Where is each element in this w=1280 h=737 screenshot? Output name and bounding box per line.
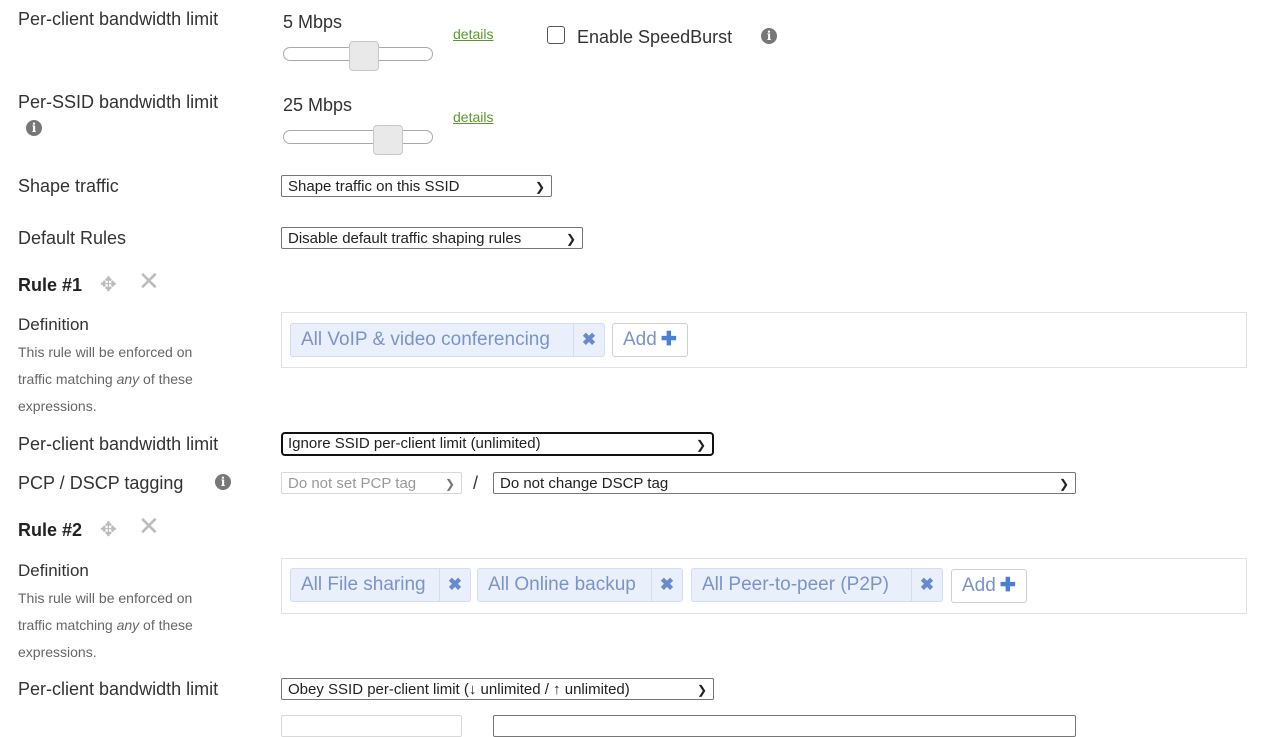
slider-thumb[interactable] bbox=[373, 125, 403, 155]
per-ssid-limit-label: Per-SSID bandwidth limit bbox=[18, 92, 219, 112]
help-line: traffic matching any of these bbox=[18, 612, 193, 639]
select-value: Shape traffic on this SSID bbox=[288, 178, 460, 195]
shape-traffic-label: Shape traffic bbox=[18, 176, 119, 196]
add-label: Add bbox=[962, 575, 996, 596]
select-value: Disable default traffic shaping rules bbox=[288, 230, 522, 247]
rule-1-tagging-label: PCP / DSCP tagging bbox=[18, 473, 184, 493]
dscp-tag-select[interactable]: Do not change DSCP tag ❯ bbox=[493, 472, 1076, 494]
chevron-down-icon: ❯ bbox=[565, 232, 576, 246]
help-text: of these bbox=[139, 371, 193, 387]
help-text: of these bbox=[139, 617, 193, 633]
chevron-down-icon: ❯ bbox=[695, 438, 706, 452]
select-value: Ignore SSID per-client limit (unlimited) bbox=[288, 435, 541, 452]
select-value: Do not set PCP tag bbox=[288, 475, 417, 492]
help-line: expressions. bbox=[18, 398, 97, 414]
close-icon[interactable]: ✕ bbox=[138, 267, 160, 297]
chevron-down-icon: ❯ bbox=[1058, 477, 1069, 491]
tag-label: All Online backup bbox=[488, 574, 636, 595]
chevron-down-icon: ❯ bbox=[534, 180, 545, 194]
speedburst-label: Enable SpeedBurst bbox=[577, 27, 733, 47]
select-value: Do not change DSCP tag bbox=[500, 475, 669, 492]
expression-tag: All Online backup ✖ bbox=[477, 568, 683, 602]
add-expression-button[interactable]: Add ✚ bbox=[951, 569, 1027, 603]
tag-separator: / bbox=[473, 473, 479, 493]
per-client-limit-value: 5 Mbps bbox=[283, 12, 343, 32]
rule-1-definition-label: Definition bbox=[18, 315, 89, 334]
add-label: Add bbox=[623, 329, 657, 350]
expression-tag: All File sharing ✖ bbox=[290, 568, 471, 602]
plus-icon: ✚ bbox=[660, 329, 677, 350]
rule-1-definition-help: This rule will be enforced on traffic ma… bbox=[18, 339, 193, 420]
plus-icon: ✚ bbox=[999, 575, 1016, 596]
rule-1-per-client-select[interactable]: Ignore SSID per-client limit (unlimited)… bbox=[281, 432, 714, 456]
tag-label: All VoIP & video conferencing bbox=[301, 329, 550, 350]
per-client-limit-label: Per-client bandwidth limit bbox=[18, 9, 219, 29]
expression-tag: All Peer-to-peer (P2P) ✖ bbox=[691, 568, 943, 602]
help-text: traffic matching bbox=[18, 371, 117, 387]
expression-tag: All VoIP & video conferencing ✖ bbox=[290, 323, 605, 357]
move-icon[interactable]: ✥ bbox=[100, 517, 117, 542]
help-text: traffic matching bbox=[18, 617, 117, 633]
slider-track[interactable] bbox=[283, 130, 433, 144]
help-line: traffic matching any of these bbox=[18, 366, 193, 393]
remove-tag-icon[interactable]: ✖ bbox=[439, 569, 470, 601]
info-icon[interactable]: i bbox=[26, 120, 42, 136]
tag-label: All Peer-to-peer (P2P) bbox=[702, 574, 889, 595]
remove-tag-icon[interactable]: ✖ bbox=[911, 569, 942, 601]
close-icon[interactable]: ✕ bbox=[138, 512, 160, 542]
move-icon[interactable]: ✥ bbox=[100, 272, 117, 297]
info-icon[interactable]: i bbox=[215, 474, 231, 490]
rule-1-title: Rule #1 bbox=[18, 275, 83, 295]
dscp-tag-select[interactable] bbox=[493, 715, 1076, 737]
slider-thumb[interactable] bbox=[349, 41, 379, 71]
pcp-tag-select[interactable] bbox=[281, 715, 462, 737]
chevron-down-icon: ❯ bbox=[444, 477, 455, 491]
help-line: This rule will be enforced on bbox=[18, 344, 193, 360]
help-line: This rule will be enforced on bbox=[18, 590, 193, 606]
select-value: Obey SSID per-client limit (↓ unlimited … bbox=[288, 681, 630, 698]
per-client-details-link[interactable]: details bbox=[453, 26, 493, 42]
default-rules-label: Default Rules bbox=[18, 228, 127, 248]
info-icon[interactable]: i bbox=[761, 28, 777, 44]
per-ssid-limit-value: 25 Mbps bbox=[283, 95, 353, 115]
help-line: expressions. bbox=[18, 644, 97, 660]
rule-2-per-client-label: Per-client bandwidth limit bbox=[18, 679, 219, 699]
tag-label: All File sharing bbox=[301, 574, 426, 595]
add-expression-button[interactable]: Add ✚ bbox=[612, 323, 688, 357]
pcp-tag-select[interactable]: Do not set PCP tag ❯ bbox=[281, 472, 462, 494]
remove-tag-icon[interactable]: ✖ bbox=[573, 324, 604, 356]
default-rules-select[interactable]: Disable default traffic shaping rules ❯ bbox=[281, 227, 583, 249]
rule-2-definition-box[interactable]: All File sharing ✖ All Online backup ✖ A… bbox=[281, 558, 1247, 614]
rule-1-per-client-label: Per-client bandwidth limit bbox=[18, 434, 219, 454]
per-ssid-details-link[interactable]: details bbox=[453, 109, 493, 125]
rule-2-per-client-select[interactable]: Obey SSID per-client limit (↓ unlimited … bbox=[281, 678, 714, 700]
help-emphasis: any bbox=[116, 371, 140, 387]
chevron-down-icon: ❯ bbox=[696, 683, 707, 697]
help-emphasis: any bbox=[116, 617, 140, 633]
speedburst-checkbox[interactable] bbox=[547, 26, 565, 44]
rule-2-definition-label: Definition bbox=[18, 561, 89, 580]
rule-2-definition-help: This rule will be enforced on traffic ma… bbox=[18, 585, 193, 666]
rule-1-definition-box[interactable]: All VoIP & video conferencing ✖ Add ✚ bbox=[281, 312, 1247, 368]
rule-2-title: Rule #2 bbox=[18, 520, 83, 540]
remove-tag-icon[interactable]: ✖ bbox=[651, 569, 682, 601]
shape-traffic-select[interactable]: Shape traffic on this SSID ❯ bbox=[281, 175, 552, 197]
